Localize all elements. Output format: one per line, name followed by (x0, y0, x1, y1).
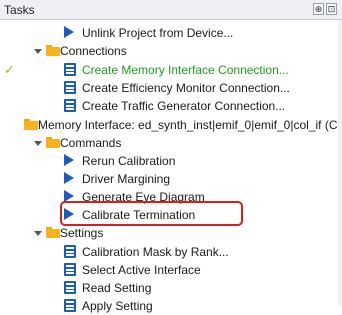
task-list-icon (64, 263, 76, 276)
tree-item-label: Create Traffic Generator Connection... (82, 99, 286, 113)
maximize-icon[interactable]: ⊡ (326, 3, 337, 15)
tree-row[interactable]: Create Traffic Generator Connection... (0, 97, 342, 115)
task-list-icon (64, 281, 76, 294)
tree-row[interactable]: Select Active Interface (0, 261, 342, 279)
tree-item-label: Driver Margining (82, 172, 171, 186)
panel-title: Tasks (4, 3, 35, 17)
tree-item-label: Connections (60, 44, 127, 58)
run-icon (64, 154, 74, 166)
tree-item-label: Settings (60, 226, 104, 240)
pin-icon[interactable]: ⊕ (313, 3, 324, 15)
tree-row[interactable]: Settings (0, 224, 342, 242)
tree-row[interactable]: Apply Setting (0, 297, 342, 315)
tree-row[interactable]: Commands (0, 134, 342, 152)
tree-item-label: Apply Setting (82, 299, 153, 313)
folder-icon (46, 227, 60, 238)
tree-item-label: Create Efficiency Monitor Connection... (82, 81, 290, 95)
tree-item-label: Create Memory Interface Connection... (82, 63, 289, 77)
task-list-icon (64, 245, 76, 258)
run-icon (64, 26, 74, 38)
tree-item-label: Select Active Interface (82, 263, 201, 277)
tree-item-label: Unlink Project from Device... (82, 26, 234, 40)
checkmark-icon: ✓ (4, 62, 15, 77)
tree-row[interactable]: Calibration Mask by Rank... (0, 243, 342, 261)
tree-row[interactable]: Rerun Calibration (0, 152, 342, 170)
task-list-icon (64, 99, 76, 112)
tree-item-label: Read Setting (82, 281, 152, 295)
tasks-panel-header: Tasks ⊕ ⊡ (0, 0, 342, 20)
expand-arrow-icon[interactable] (34, 49, 42, 54)
tree-row[interactable]: Memory Interface: ed_synth_inst|emif_0|e… (0, 116, 342, 134)
expand-arrow-icon[interactable] (34, 141, 42, 146)
tree-row[interactable]: Connections (0, 42, 342, 60)
tree-row[interactable]: Driver Margining (0, 170, 342, 188)
tree-row[interactable]: ✓ Create Memory Interface Connection... (0, 61, 342, 79)
expand-arrow-icon[interactable] (34, 231, 42, 236)
tree-item-label: Memory Interface: ed_synth_inst|emif_0|e… (38, 118, 342, 132)
tree-item-label: Calibration Mask by Rank... (82, 245, 229, 259)
folder-icon (46, 45, 60, 56)
tree-item-label: Commands (60, 136, 122, 150)
run-icon (64, 172, 74, 184)
highlight-box (60, 201, 243, 226)
tree-row[interactable]: Read Setting (0, 279, 342, 297)
task-list-icon (64, 63, 76, 76)
tree-row[interactable]: Create Efficiency Monitor Connection... (0, 79, 342, 97)
scrollbar-edge[interactable] (338, 20, 342, 306)
folder-icon (46, 137, 60, 148)
tree-item-label: Rerun Calibration (82, 154, 176, 168)
task-list-icon (64, 81, 76, 94)
tree-row[interactable]: Unlink Project from Device... (0, 24, 342, 42)
folder-icon (24, 119, 38, 130)
